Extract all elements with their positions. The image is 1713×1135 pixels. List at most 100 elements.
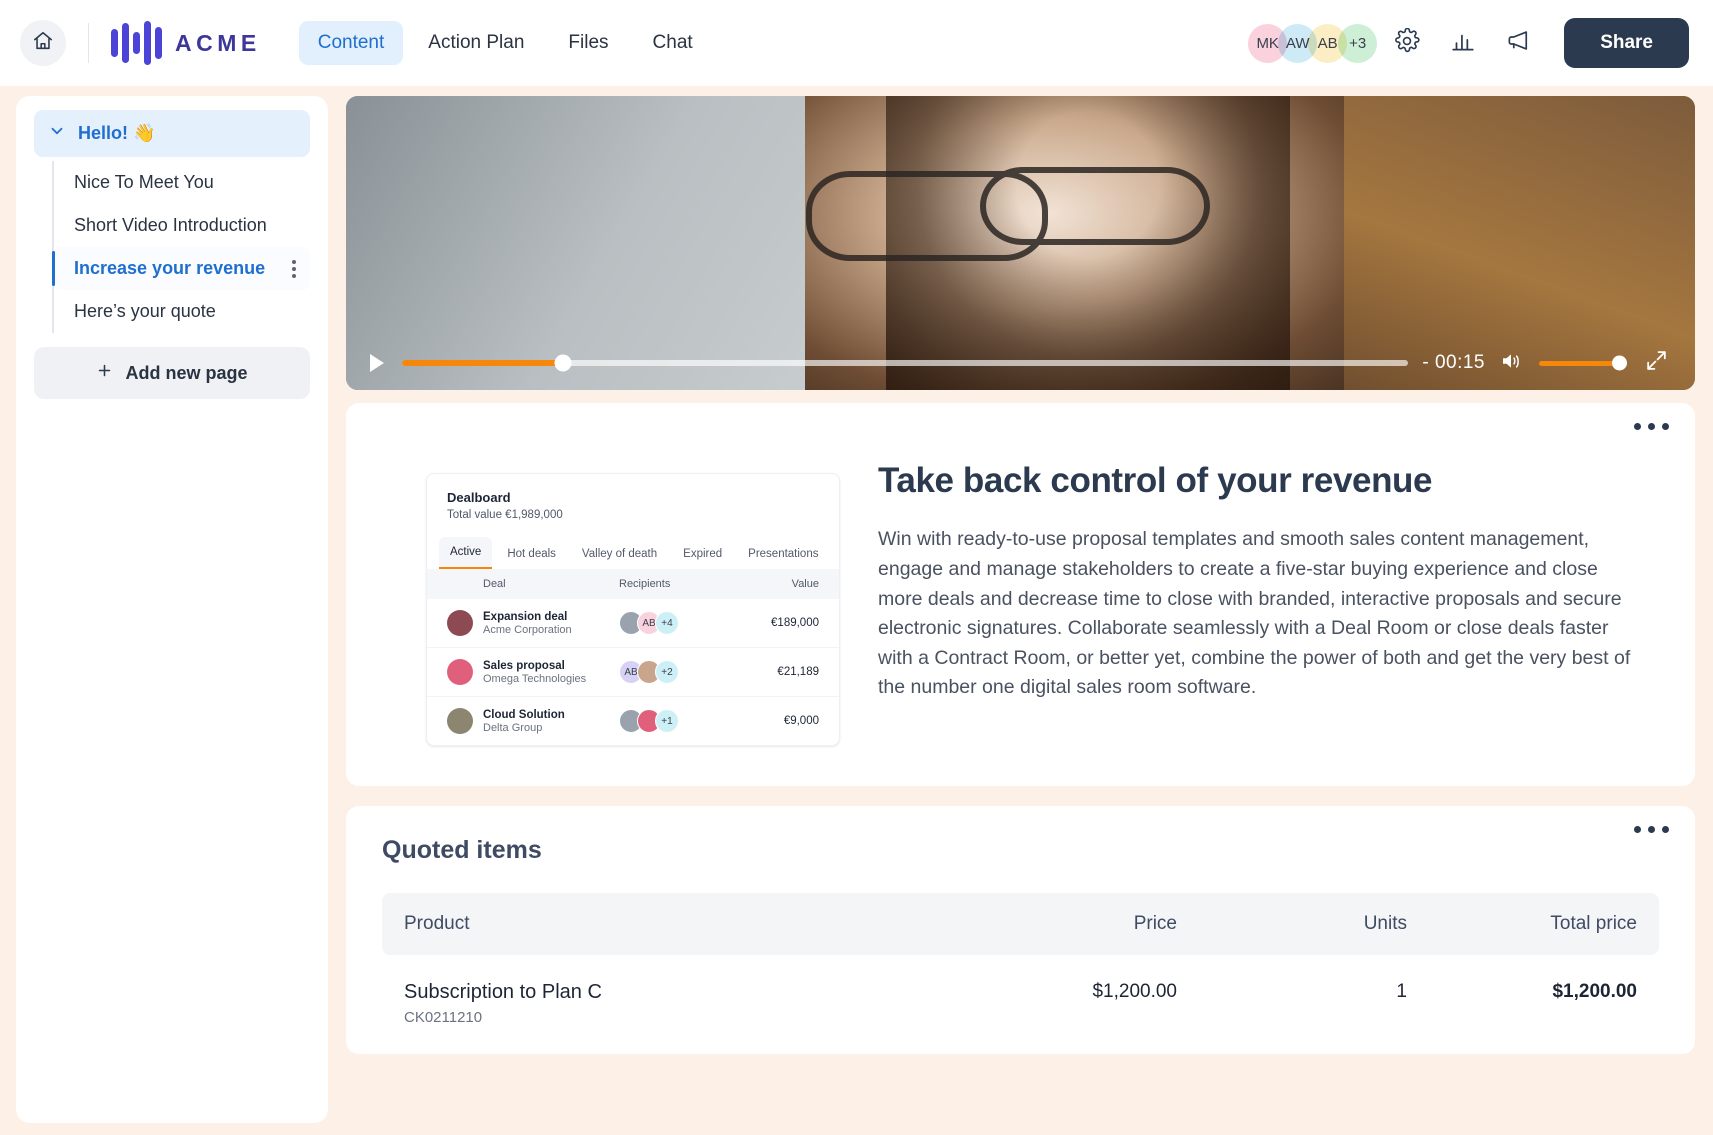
video-time-remaining: - 00:15 — [1422, 352, 1485, 374]
sidebar-group-label: Hello! 👋 — [78, 123, 155, 144]
table-row: Subscription to Plan C CK0211210 $1,200.… — [382, 955, 1659, 1036]
ellipsis-icon[interactable] — [1634, 826, 1669, 833]
play-icon[interactable] — [370, 354, 384, 372]
table-row[interactable]: Sales proposal Omega Technologies AB +2 … — [427, 648, 839, 697]
sidebar-group-hello[interactable]: Hello! 👋 — [34, 110, 310, 157]
product-units: 1 — [1177, 981, 1407, 1003]
sidebar-item-label: Short Video Introduction — [74, 215, 267, 236]
dealboard-title: Dealboard — [427, 490, 839, 505]
plus-icon — [96, 362, 113, 384]
product-price: $1,200.00 — [967, 981, 1177, 1003]
sidebar-item-menu-icon[interactable] — [292, 260, 296, 278]
product-sku: CK0211210 — [404, 1009, 967, 1026]
volume-handle[interactable] — [1612, 356, 1627, 371]
add-new-page-button[interactable]: Add new page — [34, 347, 310, 399]
tab-action-plan[interactable]: Action Plan — [409, 21, 543, 65]
body-paragraph: Win with ready-to-use proposal templates… — [878, 525, 1645, 703]
dealboard-tab-valley-of-death[interactable]: Valley of death — [571, 539, 668, 569]
deal-value: €21,189 — [739, 666, 819, 678]
recipients-group: AB +4 — [619, 611, 739, 635]
settings-button[interactable] — [1390, 26, 1424, 60]
logo-bars-icon — [111, 21, 162, 65]
main-content: - 00:15 — [338, 96, 1713, 1135]
tab-chat[interactable]: Chat — [634, 21, 712, 65]
brand-logo: ACME — [111, 21, 261, 65]
top-bar: ACME Content Action Plan Files Chat MK A… — [0, 0, 1713, 86]
sidebar-item-increase-your-revenue[interactable]: Increase your revenue — [54, 247, 310, 290]
quoted-items-table-header: Product Price Units Total price — [382, 893, 1659, 955]
product-total-price: $1,200.00 — [1407, 981, 1637, 1003]
avatar — [447, 708, 473, 734]
avatar-overflow-count: +4 — [655, 611, 679, 635]
sidebar-item-label: Here’s your quote — [74, 301, 216, 322]
speaker-icon[interactable] — [1499, 350, 1525, 377]
volume-slider[interactable] — [1539, 361, 1624, 366]
avatar — [447, 659, 473, 685]
dealboard-tab-presentations[interactable]: Presentations — [737, 539, 829, 569]
home-button[interactable] — [20, 20, 66, 66]
column-header-value: Value — [739, 578, 819, 590]
recipients-group: +1 — [619, 709, 739, 733]
deal-name: Sales proposal — [483, 660, 619, 672]
video-player[interactable]: - 00:15 — [346, 96, 1695, 390]
sidebar-item-heres-your-quote[interactable]: Here’s your quote — [54, 290, 310, 333]
tab-content[interactable]: Content — [299, 21, 404, 65]
add-new-page-label: Add new page — [125, 363, 247, 384]
video-progress-fill — [402, 360, 563, 366]
dealboard-tab-active[interactable]: Active — [439, 537, 492, 569]
deal-name: Cloud Solution — [483, 709, 619, 721]
chevron-down-icon — [48, 122, 66, 145]
tab-files[interactable]: Files — [549, 21, 627, 65]
column-header-deal: Deal — [447, 578, 619, 590]
column-header-units: Units — [1177, 913, 1407, 935]
column-header-price: Price — [967, 913, 1177, 935]
collaborator-avatars[interactable]: MK AW AB +3 — [1248, 24, 1368, 63]
product-name: Subscription to Plan C — [404, 981, 967, 1004]
share-button[interactable]: Share — [1564, 18, 1689, 68]
sidebar-item-short-video-introduction[interactable]: Short Video Introduction — [54, 204, 310, 247]
fullscreen-icon[interactable] — [1644, 348, 1669, 378]
avatar — [447, 610, 473, 636]
brand-name: ACME — [175, 30, 261, 57]
dealboard-mockup-column: Dealboard Total value €1,989,000 Active … — [380, 427, 850, 746]
quoted-items-card: Quoted items Product Price Units Total p… — [346, 806, 1695, 1054]
top-bar-actions: MK AW AB +3 — [1248, 18, 1689, 68]
avatar-overflow-count: +2 — [655, 660, 679, 684]
analytics-button[interactable] — [1446, 26, 1480, 60]
home-icon — [32, 30, 54, 57]
sidebar-item-label: Increase your revenue — [74, 258, 265, 279]
gear-icon — [1394, 28, 1420, 59]
video-controls: - 00:15 — [346, 336, 1695, 390]
column-header-recipients: Recipients — [619, 578, 739, 590]
avatar-overflow-count[interactable]: +3 — [1338, 24, 1377, 63]
page-title: Take back control of your revenue — [878, 461, 1645, 501]
column-header-total-price: Total price — [1407, 913, 1637, 935]
dealboard-tab-hot-deals[interactable]: Hot deals — [496, 539, 567, 569]
divider — [88, 23, 89, 63]
table-row[interactable]: Expansion deal Acme Corporation AB +4 €1… — [427, 599, 839, 648]
dealboard-mockup: Dealboard Total value €1,989,000 Active … — [426, 473, 840, 746]
sidebar-item-nice-to-meet-you[interactable]: Nice To Meet You — [54, 161, 310, 204]
ellipsis-icon[interactable] — [1634, 423, 1669, 430]
deal-company: Acme Corporation — [483, 624, 619, 636]
video-progress-slider[interactable] — [402, 360, 1408, 366]
announcements-button[interactable] — [1502, 26, 1536, 60]
video-progress-handle[interactable] — [555, 355, 572, 372]
dealboard-tabs: Active Hot deals Valley of death Expired… — [427, 521, 839, 569]
page-body: Hello! 👋 Nice To Meet You Short Video In… — [0, 86, 1713, 1135]
deal-company: Omega Technologies — [483, 673, 619, 685]
megaphone-icon — [1506, 27, 1533, 59]
dealboard-total-value: Total value €1,989,000 — [427, 505, 839, 521]
dealboard-tab-expired[interactable]: Expired — [672, 539, 733, 569]
deal-company: Delta Group — [483, 722, 619, 734]
table-row[interactable]: Cloud Solution Delta Group +1 €9,000 — [427, 697, 839, 745]
recipients-group: AB +2 — [619, 660, 739, 684]
sidebar-item-label: Nice To Meet You — [74, 172, 214, 193]
avatar-overflow-count: +1 — [655, 709, 679, 733]
dealboard-table-header: Deal Recipients Value — [427, 569, 839, 599]
main-nav: Content Action Plan Files Chat — [299, 21, 712, 65]
sidebar: Hello! 👋 Nice To Meet You Short Video In… — [16, 96, 328, 1123]
deal-value: €189,000 — [739, 617, 819, 629]
deal-name: Expansion deal — [483, 611, 619, 623]
revenue-content-card: Dealboard Total value €1,989,000 Active … — [346, 403, 1695, 786]
